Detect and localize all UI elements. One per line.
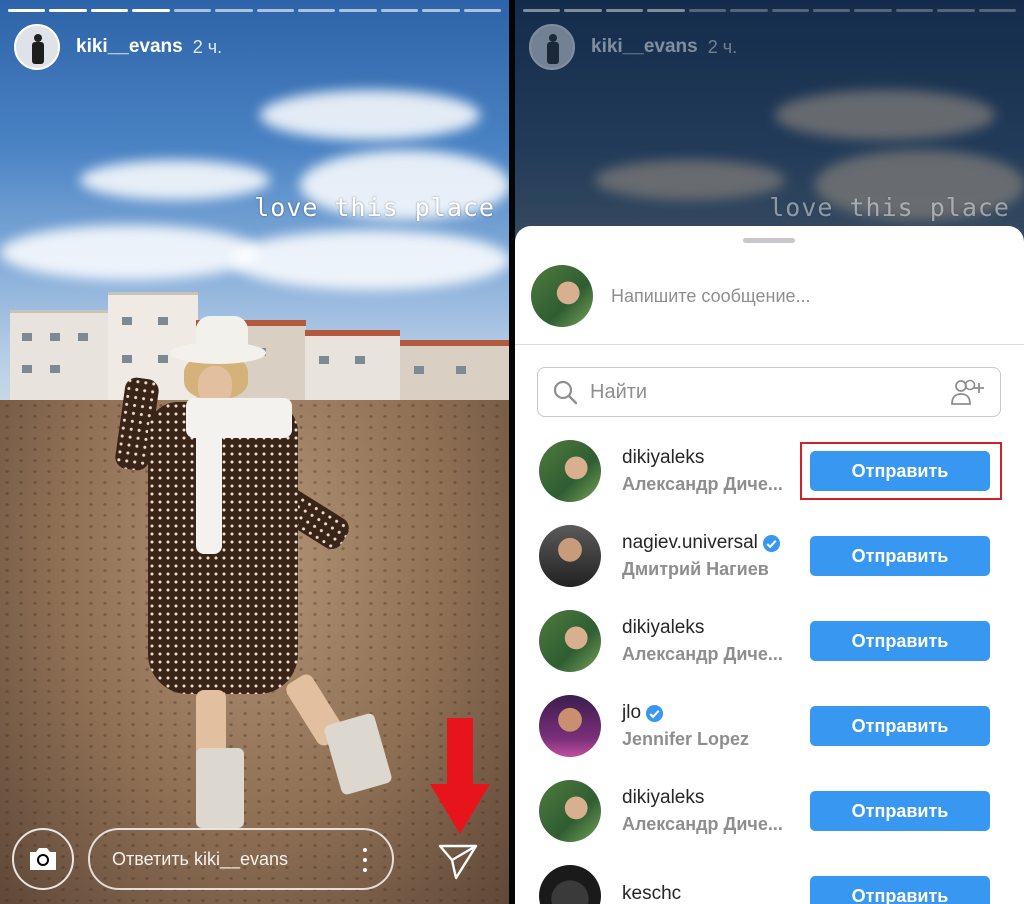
paper-plane-icon[interactable] (436, 838, 480, 882)
contact-avatar (539, 780, 601, 842)
camera-button[interactable] (12, 828, 74, 890)
story-overlay-text: love this place (769, 193, 1010, 222)
story-author-avatar (529, 24, 575, 70)
divider (515, 344, 1024, 345)
send-button[interactable]: Отправить (810, 536, 990, 576)
story-author-username: kiki__evans (591, 36, 698, 57)
contact-username: keschc (622, 882, 682, 904)
contact-fullname: Александр Диче... (622, 644, 783, 664)
message-row: Напишите сообщение... (531, 264, 1008, 328)
story-header: kiki__evans 2 ч. (529, 24, 737, 70)
story-header: kiki__evans 2 ч. (14, 24, 222, 70)
story-timestamp: 2 ч. (192, 36, 223, 57)
contact-avatar (539, 695, 601, 757)
story-overlay-text: love this place (254, 193, 495, 222)
camera-icon (30, 848, 56, 870)
search-icon (553, 380, 578, 405)
contact-fullname: Jennifer Lopez (622, 729, 750, 749)
contact-avatar (539, 440, 601, 502)
contact-row: dikiyaleks Александр Диче... Отправить (539, 608, 1009, 674)
contact-avatar (539, 610, 601, 672)
contact-username: nagiev.universal (622, 532, 758, 553)
contact-username: jlo (622, 702, 642, 723)
send-button[interactable]: Отправить (810, 791, 990, 831)
contact-username: dikiyaleks (622, 617, 705, 638)
contact-avatar (539, 525, 601, 587)
annotation-highlight-box (800, 442, 1002, 500)
contact-row: dikiyaleks Александр Диче... Отправить (539, 778, 1009, 844)
story-author-avatar[interactable] (14, 24, 60, 70)
story-progress-bar (523, 9, 1017, 12)
story-author-username[interactable]: kiki__evans (76, 36, 183, 58)
verified-badge-icon (645, 704, 664, 722)
reply-placeholder: Ответить kiki__evans (112, 848, 288, 869)
share-sheet: Напишите сообщение... Найти dikiyaleks А… (515, 226, 1024, 904)
contact-username: dikiyaleks (622, 447, 705, 468)
contact-fullname: Александр Диче... (622, 814, 783, 834)
annotation-arrow-icon (430, 718, 490, 834)
search-input[interactable]: Найти (537, 367, 1001, 417)
message-input[interactable]: Напишите сообщение... (611, 286, 811, 307)
contact-row: keschc Отправить (539, 863, 1009, 904)
add-people-icon[interactable] (950, 377, 986, 407)
vertical-dots-icon[interactable] (362, 848, 368, 872)
contact-avatar (539, 865, 601, 904)
story-progress-bar (8, 9, 502, 12)
story-timestamp: 2 ч. (707, 36, 738, 57)
contact-username: dikiyaleks (622, 787, 705, 808)
send-button[interactable]: Отправить (810, 621, 990, 661)
story-view: kiki__evans 2 ч. love this place Ответит… (0, 0, 509, 904)
my-avatar (531, 265, 593, 327)
contact-fullname: Александр Диче... (622, 474, 783, 494)
sheet-drag-handle[interactable] (743, 238, 795, 243)
share-view: kiki__evans 2 ч. love this place Напишит… (515, 0, 1024, 904)
contact-fullname: Дмитрий Нагиев (622, 559, 769, 579)
reply-input[interactable]: Ответить kiki__evans (88, 828, 394, 890)
verified-badge-icon (762, 534, 780, 552)
search-placeholder: Найти (590, 380, 648, 403)
send-button[interactable]: Отправить (810, 706, 990, 746)
contact-row: nagiev.universal Дмитрий Нагиев Отправит… (539, 523, 1009, 589)
contact-row: jlo Jennifer Lopez Отправить (539, 693, 1009, 759)
send-button[interactable]: Отправить (810, 876, 990, 904)
